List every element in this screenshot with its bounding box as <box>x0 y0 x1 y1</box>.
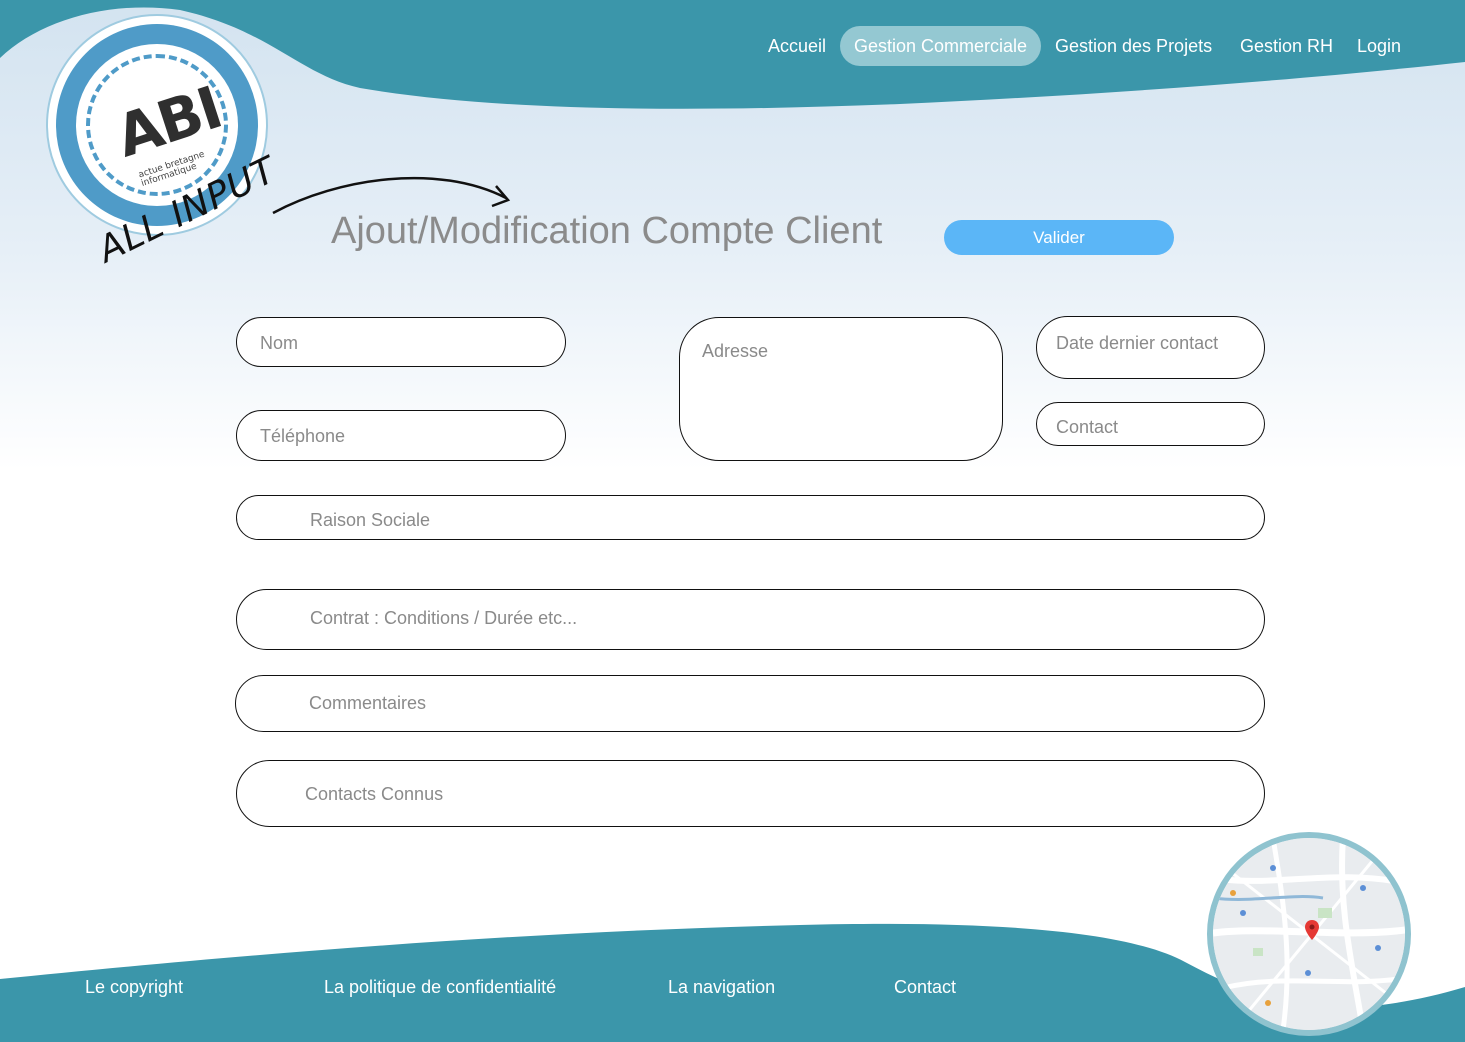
raison-sociale-placeholder: Raison Sociale <box>310 510 431 530</box>
raison-sociale-input[interactable]: Raison Sociale <box>236 495 1265 540</box>
page-title: Ajout/Modification Compte Client <box>331 210 883 252</box>
footer-link-confidentialite[interactable]: La politique de confidentialité <box>324 977 556 998</box>
contact-input[interactable]: Contact <box>1036 402 1265 446</box>
map-pin-icon <box>1305 920 1319 940</box>
footer-link-copyright[interactable]: Le copyright <box>85 977 183 998</box>
date-dernier-contact-input[interactable]: Date dernier contact <box>1036 316 1265 379</box>
adresse-placeholder: Adresse <box>702 341 769 361</box>
nav-item-gestion-des-projets[interactable]: Gestion des Projets <box>1055 26 1212 66</box>
nav-item-gestion-commerciale[interactable]: Gestion Commerciale <box>840 26 1042 66</box>
contrat-placeholder: Contrat : Conditions / Durée etc... <box>310 608 578 628</box>
nav-item-accueil[interactable]: Accueil <box>768 26 826 66</box>
contacts-connus-placeholder: Contacts Connus <box>305 784 444 804</box>
commentaires-input[interactable]: Commentaires <box>235 675 1265 732</box>
location-map[interactable] <box>1207 832 1411 1036</box>
date-dernier-contact-placeholder: Date dernier contact <box>1056 333 1219 353</box>
adresse-textarea[interactable]: Adresse <box>679 317 1003 461</box>
contacts-connus-input[interactable]: Contacts Connus <box>236 760 1265 827</box>
nom-placeholder: Nom <box>260 333 299 353</box>
nom-input[interactable]: Nom <box>236 317 566 367</box>
contact-placeholder: Contact <box>1056 417 1119 437</box>
footer-link-navigation[interactable]: La navigation <box>668 977 775 998</box>
valider-button[interactable]: Valider <box>944 220 1174 255</box>
contrat-input[interactable]: Contrat : Conditions / Durée etc... <box>236 589 1265 650</box>
telephone-placeholder: Téléphone <box>260 426 346 446</box>
footer-link-contact[interactable]: Contact <box>894 977 956 998</box>
telephone-input[interactable]: Téléphone <box>236 410 566 461</box>
nav-item-login[interactable]: Login <box>1357 26 1401 66</box>
commentaires-placeholder: Commentaires <box>309 693 427 713</box>
nav-item-gestion-rh[interactable]: Gestion RH <box>1240 26 1333 66</box>
